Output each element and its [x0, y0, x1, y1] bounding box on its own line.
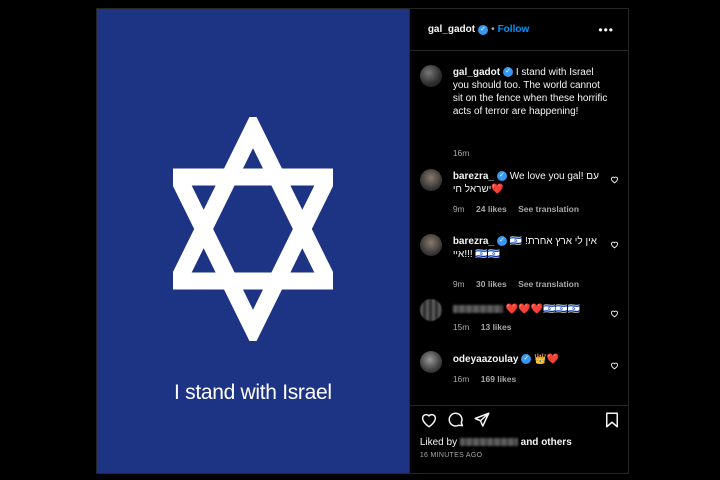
comment-username[interactable]: barezra_ [453, 171, 494, 182]
comment-item: barezra_ ✓ We love you gal! עם ישראל חי❤️… [419, 169, 625, 217]
comment-time[interactable]: 16m [453, 374, 470, 384]
comment-meta: 9m 30 likes See translation [453, 278, 588, 291]
caption-username[interactable]: gal_gadot [453, 67, 500, 78]
comment-meta: 16m 169 likes [453, 373, 525, 386]
comment-time[interactable]: 9m [453, 204, 465, 214]
bookmark-icon[interactable] [603, 411, 621, 429]
image-caption-text: I stand with Israel [174, 381, 332, 404]
comment-item: ❤️❤️❤️🇮🇱🇮🇱🇮🇱 15m 13 likes [419, 299, 625, 339]
follow-button[interactable]: Follow [498, 24, 530, 35]
actions-bar [409, 405, 628, 428]
instagram-post: I stand with Israel gal_gadot ✓ • Follow… [96, 8, 629, 474]
avatar[interactable] [419, 169, 442, 191]
liked-by-text: Liked by and others [420, 437, 572, 448]
post-header: gal_gadot ✓ • Follow [409, 9, 628, 51]
share-send-icon[interactable] [473, 411, 491, 429]
liked-by-prefix: Liked by [419, 437, 458, 448]
comment-likes[interactable]: 169 likes [481, 374, 516, 384]
verified-badge-icon: ✓ [503, 67, 514, 78]
verified-badge-icon: ✓ [496, 171, 507, 182]
comment-bubble-icon[interactable] [447, 411, 465, 429]
avatar[interactable] [419, 234, 442, 256]
post-timestamp[interactable]: 16 MINUTES AGO [420, 452, 483, 459]
post-side-panel: gal_gadot ✓ • Follow ••• gal_gadot ✓ I st… [408, 9, 628, 473]
blurred-username[interactable] [452, 305, 503, 314]
heart-icon[interactable] [610, 240, 619, 249]
comment-meta: 15m 13 likes [453, 321, 521, 334]
verified-badge-icon: ✓ [496, 236, 507, 247]
comment-likes[interactable]: 13 likes [481, 322, 512, 332]
comment-time[interactable]: 9m [453, 279, 465, 289]
comment-text: 👑❤️ [531, 354, 560, 365]
header-separator: • [491, 24, 495, 35]
comment-likes[interactable]: 24 likes [476, 204, 507, 214]
more-options-icon[interactable]: ••• [598, 23, 614, 37]
comment-text: ❤️❤️❤️🇮🇱🇮🇱🇮🇱 [502, 304, 581, 315]
comment-likes[interactable]: 30 likes [476, 279, 507, 289]
see-translation-link[interactable]: See translation [518, 279, 579, 289]
heart-icon[interactable] [610, 309, 619, 318]
verified-badge-icon: ✓ [478, 24, 489, 35]
comment-item: barezra_ ✓ 🇮🇱 אין לי ארץ אחרת! איי!!! 🇮🇱🇮… [419, 234, 625, 289]
star-of-david-icon [173, 117, 333, 341]
comment-item: odeyaazoulay ✓ 👑❤️ 16m 169 likes [419, 351, 625, 391]
like-heart-icon[interactable] [420, 411, 438, 429]
blurred-liker-name[interactable] [459, 438, 518, 447]
header-username[interactable]: gal_gadot [428, 24, 475, 35]
caption-time[interactable]: 16m [453, 148, 470, 158]
caption-meta: 16m [453, 147, 479, 160]
comment-username[interactable]: barezra_ [453, 236, 494, 247]
see-translation-link[interactable]: See translation [518, 204, 579, 214]
action-icons [420, 411, 625, 431]
post-image[interactable]: I stand with Israel [97, 9, 409, 473]
verified-badge-icon: ✓ [521, 354, 532, 365]
avatar[interactable] [419, 351, 442, 373]
heart-icon[interactable] [610, 175, 619, 184]
avatar[interactable] [419, 65, 442, 87]
avatar[interactable] [419, 299, 442, 321]
post-caption: gal_gadot ✓ I stand with Israel you shoul… [419, 65, 625, 158]
liked-by-others-link[interactable]: and others [521, 437, 572, 448]
comment-meta: 9m 24 likes See translation [453, 203, 588, 216]
heart-icon[interactable] [610, 361, 619, 370]
comment-username[interactable]: odeyaazoulay [453, 354, 519, 365]
comment-time[interactable]: 15m [453, 322, 470, 332]
